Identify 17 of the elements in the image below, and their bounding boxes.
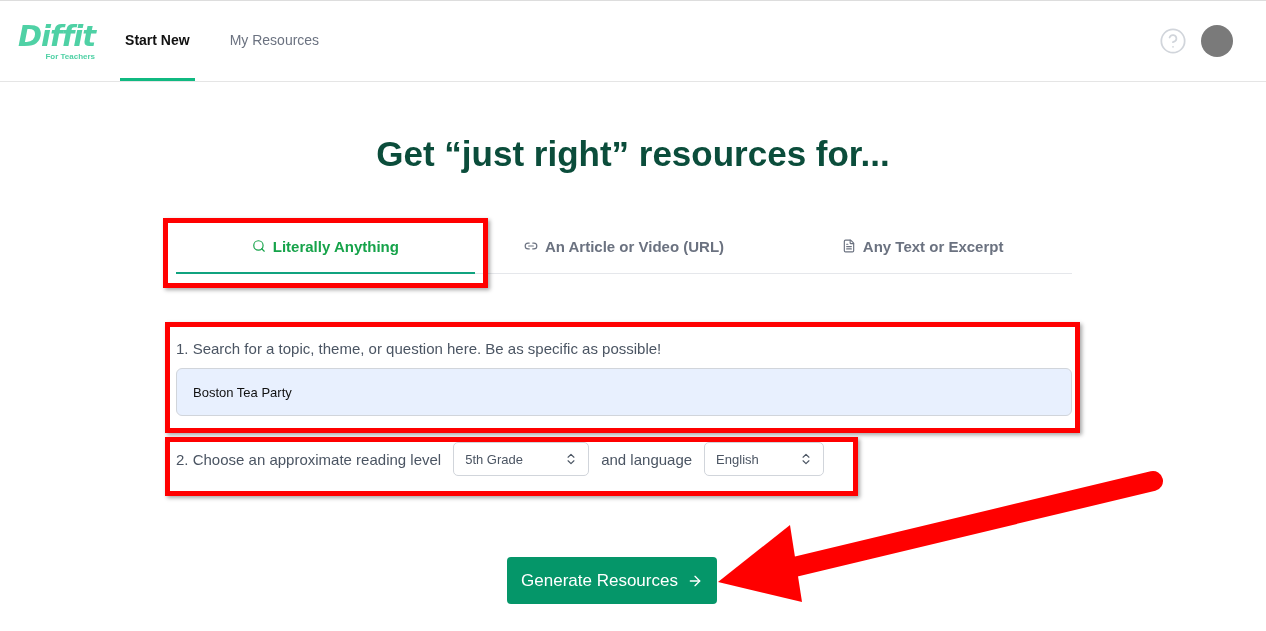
reading-level-select[interactable]: 5th Grade — [453, 442, 590, 476]
reading-level-label: 2. Choose an approximate reading level — [176, 450, 442, 468]
topic-input[interactable]: Boston Tea Party — [176, 368, 1072, 416]
search-icon — [251, 239, 266, 253]
language-label: and language — [601, 450, 693, 468]
language-select[interactable]: English — [704, 442, 825, 476]
nav-tab[interactable]: Start New — [120, 1, 195, 81]
source-tab[interactable]: An Article or Video (URL) — [474, 220, 774, 274]
document-icon — [841, 239, 856, 253]
generate-button[interactable]: Generate Resources — [507, 557, 717, 604]
avatar[interactable] — [1201, 25, 1233, 57]
headline: Get “just right” resources for... — [375, 134, 891, 174]
link-icon — [523, 239, 538, 253]
source-tab[interactable]: Any Text or Excerpt — [773, 220, 1072, 274]
search-label: 1. Search for a topic, theme, or question here. Be as specific as possible! — [176, 340, 663, 357]
source-tab[interactable]: Literally Anything — [176, 220, 475, 274]
nav-tab[interactable]: My Resources — [224, 1, 325, 81]
